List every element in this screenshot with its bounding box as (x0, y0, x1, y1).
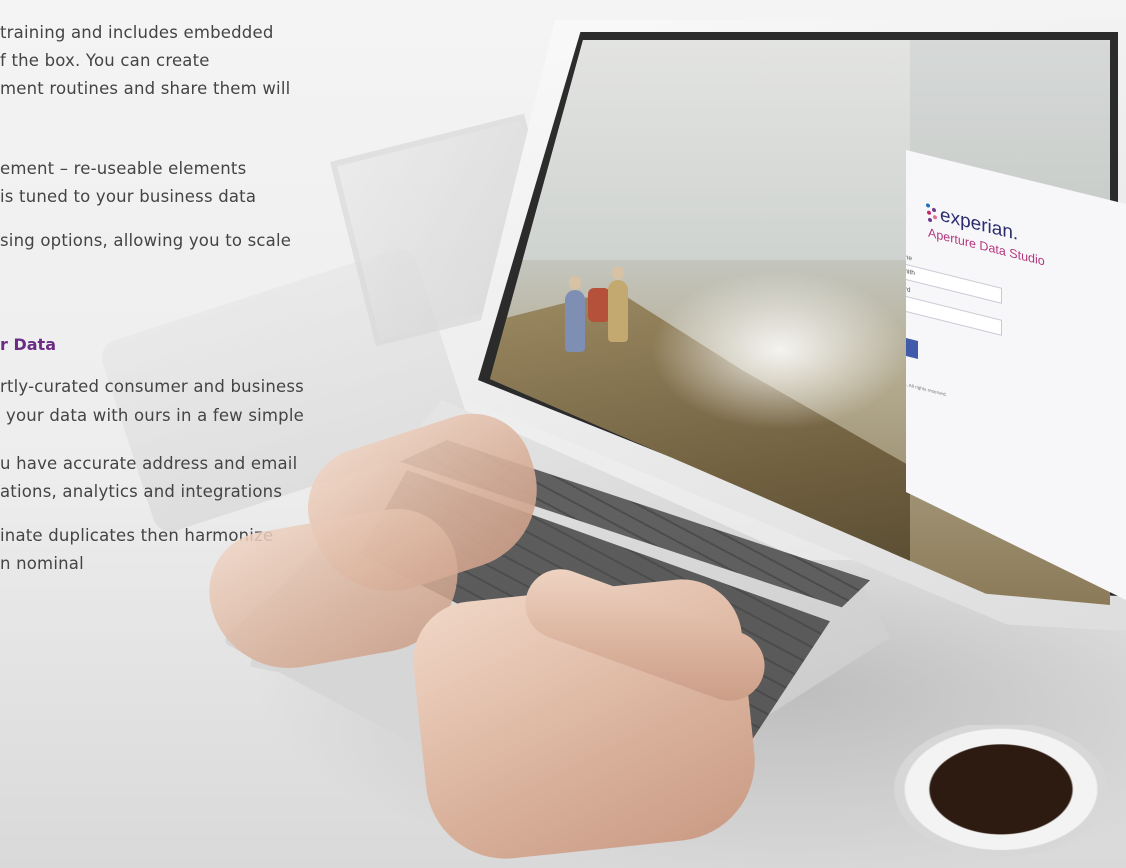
copy-line: rtly-curated consumer and business (0, 377, 304, 396)
section-heading: r Data (0, 335, 56, 354)
copy-line: u have accurate address and email (0, 454, 298, 473)
copy-line: is tuned to your business data (0, 187, 257, 206)
copy-line: ment routines and share them will (0, 79, 291, 98)
hiker-figure (608, 266, 628, 342)
copy-line: sing options, allowing you to scale (0, 231, 292, 250)
copy-line: n nominal (0, 554, 84, 573)
photo-mist (650, 270, 910, 430)
backpack-figure (588, 288, 610, 322)
copy-line: f the box. You can create (0, 51, 210, 70)
background-copy: training and includes embedded f the box… (0, 0, 430, 868)
copy-line: your data with ours in a few simple (6, 406, 304, 425)
copy-line: ement – re-useable elements (0, 159, 247, 178)
hiker-figure (565, 276, 585, 352)
copy-line: training and includes embedded (0, 23, 274, 42)
copy-line: inate duplicates then harmonize (0, 526, 274, 545)
coffee-cup (876, 725, 1126, 868)
copy-line: ations, analytics and integrations (0, 482, 283, 501)
